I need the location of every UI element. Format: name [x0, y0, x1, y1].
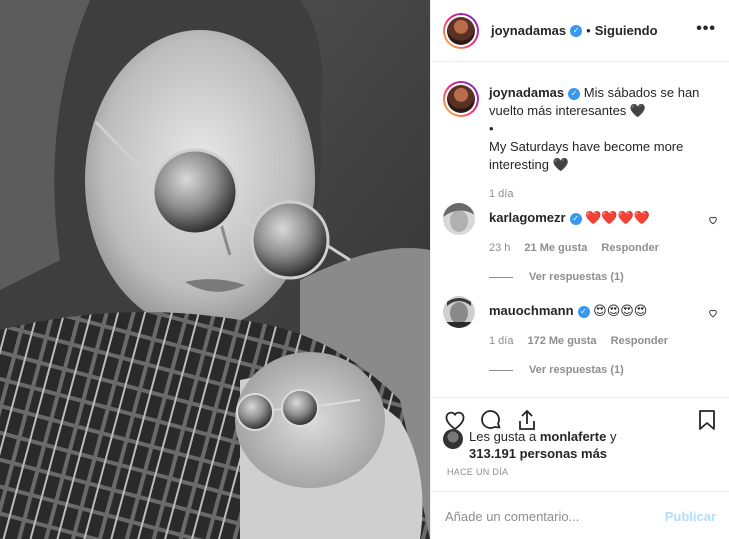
likes-others[interactable]: 313.191 personas más [469, 446, 607, 461]
caption-username[interactable]: joynadamas [489, 85, 564, 100]
comment-likes[interactable]: 21 Me gusta [524, 242, 587, 254]
comment-username[interactable]: karlagomezr [489, 210, 566, 225]
comment-username[interactable]: mauochmann [489, 303, 574, 318]
post-details-panel: joynadamas ✓ • Siguiendo ••• joynadamas ✓… [430, 0, 729, 539]
comment-avatar[interactable] [443, 203, 475, 235]
liker-username[interactable]: monlaferte [540, 429, 606, 444]
comment-reply-button[interactable]: Responder [601, 242, 658, 254]
comment-timestamp[interactable]: 1 día [489, 335, 513, 347]
verified-badge-icon: ✓ [577, 305, 590, 318]
header-separator: • [586, 23, 591, 38]
comment-text: 😍😍😍😍 [593, 303, 648, 318]
comment-reply-button[interactable]: Responder [611, 335, 668, 347]
verified-badge-icon: ✓ [570, 24, 583, 37]
view-replies-button[interactable]: Ver respuestas (1) [489, 271, 718, 283]
verified-badge-icon: ✓ [568, 87, 581, 100]
post-image [0, 0, 430, 539]
liker-avatar[interactable] [443, 429, 463, 449]
likes-connector: y [609, 429, 617, 444]
post-caption: joynadamas ✓ Mis sábados se han vuelto má… [443, 81, 718, 200]
comment-timestamp[interactable]: 23 h [489, 242, 510, 254]
caption-text-en: My Saturdays have become more interestin… [489, 139, 684, 172]
author-avatar[interactable] [443, 12, 479, 49]
caption-bullet: • [489, 121, 494, 136]
following-button[interactable]: Siguiendo [595, 23, 658, 38]
comment-like-icon[interactable] [708, 308, 718, 318]
comment-like-icon[interactable] [708, 215, 718, 225]
comment-item: mauochmann ✓ 😍😍😍😍 1 día 172 Me gusta Resp… [443, 296, 718, 376]
more-options-icon[interactable]: ••• [696, 21, 716, 37]
publish-button[interactable]: Publicar [665, 509, 716, 524]
comment-avatar[interactable] [443, 296, 475, 328]
likes-prefix: Les gusta a [469, 429, 537, 444]
verified-badge-icon: ✓ [569, 212, 582, 225]
view-replies-label: Ver respuestas (1) [529, 271, 624, 283]
comment-text: ❤️❤️❤️❤️ [585, 210, 650, 225]
author-username[interactable]: joynadamas [491, 23, 566, 38]
post-header: joynadamas ✓ • Siguiendo ••• [431, 0, 729, 62]
comment-composer: Añade un comentario... Publicar [431, 491, 729, 539]
view-replies-button[interactable]: Ver respuestas (1) [489, 364, 718, 376]
comment-item: karlagomezr ✓ ❤️❤️❤️❤️ 23 h 21 Me gusta R… [443, 203, 718, 283]
post-timestamp[interactable]: HACE UN DÍA [447, 467, 508, 477]
comment-likes[interactable]: 172 Me gusta [527, 335, 596, 347]
caption-avatar[interactable] [443, 81, 479, 117]
view-replies-label: Ver respuestas (1) [529, 364, 624, 376]
comment-input[interactable]: Añade un comentario... [445, 509, 579, 524]
caption-timestamp[interactable]: 1 día [489, 188, 718, 200]
comments-list[interactable]: joynadamas ✓ Mis sábados se han vuelto má… [431, 63, 729, 397]
likes-summary: Les gusta a monlaferte y 313.191 persona… [443, 428, 703, 462]
post-photo[interactable] [0, 0, 430, 539]
